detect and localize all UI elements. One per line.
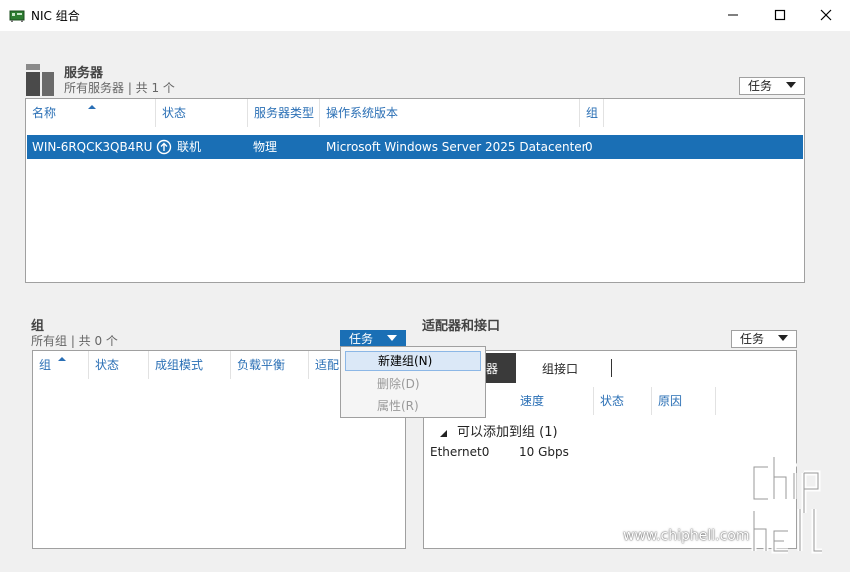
table-row[interactable]: Ethernet0 10 Gbps xyxy=(424,443,796,463)
column-header-groups[interactable]: 组 xyxy=(580,99,604,127)
chevron-down-icon xyxy=(786,82,796,88)
adapters-task-label: 任务 xyxy=(740,332,765,346)
servers-task-button[interactable]: 任务 xyxy=(739,77,805,95)
title-bar: NIC 组合 xyxy=(0,0,850,31)
task-menu: 新建组(N) 删除(D) 属性(R) xyxy=(340,346,486,418)
servers-list[interactable]: 名称 状态 服务器类型 操作系统版本 组 WIN-6RQCK3QB4RU 联机 … xyxy=(25,98,805,283)
column-header-reason[interactable]: 原因 xyxy=(652,387,716,415)
chevron-down-icon xyxy=(778,335,788,341)
tab-network-adapters-label: 器 xyxy=(486,362,499,376)
chiphell-logo xyxy=(748,455,840,559)
column-header-teaming-mode[interactable]: 成组模式 xyxy=(149,351,231,379)
column-header-name[interactable]: 名称 xyxy=(26,99,156,127)
column-header-server-type[interactable]: 服务器类型 xyxy=(248,99,320,127)
menu-item-properties[interactable]: 属性(R) xyxy=(345,396,481,416)
close-button[interactable] xyxy=(803,0,849,31)
sort-ascending-icon xyxy=(88,105,96,109)
column-header-os-version[interactable]: 操作系统版本 xyxy=(320,99,580,127)
minimize-button[interactable] xyxy=(710,0,756,31)
nic-team-app-icon xyxy=(9,8,25,22)
column-header-load-balancing[interactable]: 负载平衡 xyxy=(231,351,309,379)
servers-task-label: 任务 xyxy=(748,79,773,93)
tab-team-interfaces[interactable]: 组接口 xyxy=(542,360,578,377)
column-header-status[interactable]: 状态 xyxy=(156,99,248,127)
teams-task-label: 任务 xyxy=(349,332,374,346)
server-os: Microsoft Windows Server 2025 Datacenter xyxy=(326,140,587,154)
tab-divider xyxy=(611,359,612,377)
window-title: NIC 组合 xyxy=(31,9,80,23)
column-header-team[interactable]: 组 xyxy=(33,351,89,379)
menu-item-new-team[interactable]: 新建组(N) xyxy=(345,351,481,371)
adapters-task-button[interactable]: 任务 xyxy=(731,330,797,348)
group-collapse-icon[interactable] xyxy=(440,427,448,441)
teams-subtitle: 所有组 | 共 0 个 xyxy=(31,334,118,348)
table-row[interactable]: WIN-6RQCK3QB4RU 联机 物理 Microsoft Windows … xyxy=(27,135,803,159)
servers-icon xyxy=(26,64,54,96)
watermark-text: www.chiphell.com xyxy=(623,528,750,544)
server-groups: 0 xyxy=(585,140,593,154)
menu-item-delete[interactable]: 删除(D) xyxy=(345,374,481,394)
adapters-title: 适配器和接口 xyxy=(422,319,501,334)
server-name: WIN-6RQCK3QB4RU xyxy=(32,140,153,154)
column-header-speed[interactable]: 速度 xyxy=(514,387,594,415)
adapter-speed: 10 Gbps xyxy=(519,445,569,459)
server-status: 联机 xyxy=(177,140,202,154)
server-type: 物理 xyxy=(253,140,278,154)
maximize-button[interactable] xyxy=(757,0,803,31)
sort-ascending-icon xyxy=(58,357,66,361)
servers-subtitle: 所有服务器 | 共 1 个 xyxy=(64,81,175,95)
maximize-icon xyxy=(774,9,786,21)
adapter-name: Ethernet0 xyxy=(430,445,490,459)
chevron-down-icon xyxy=(387,335,397,341)
close-icon xyxy=(820,9,832,21)
column-header-team-status[interactable]: 状态 xyxy=(89,351,149,379)
minimize-icon xyxy=(728,14,738,16)
group-header: 可以添加到组 (1) xyxy=(457,425,558,440)
column-header-adapter-status[interactable]: 状态 xyxy=(594,387,652,415)
online-arrow-icon xyxy=(156,139,172,155)
